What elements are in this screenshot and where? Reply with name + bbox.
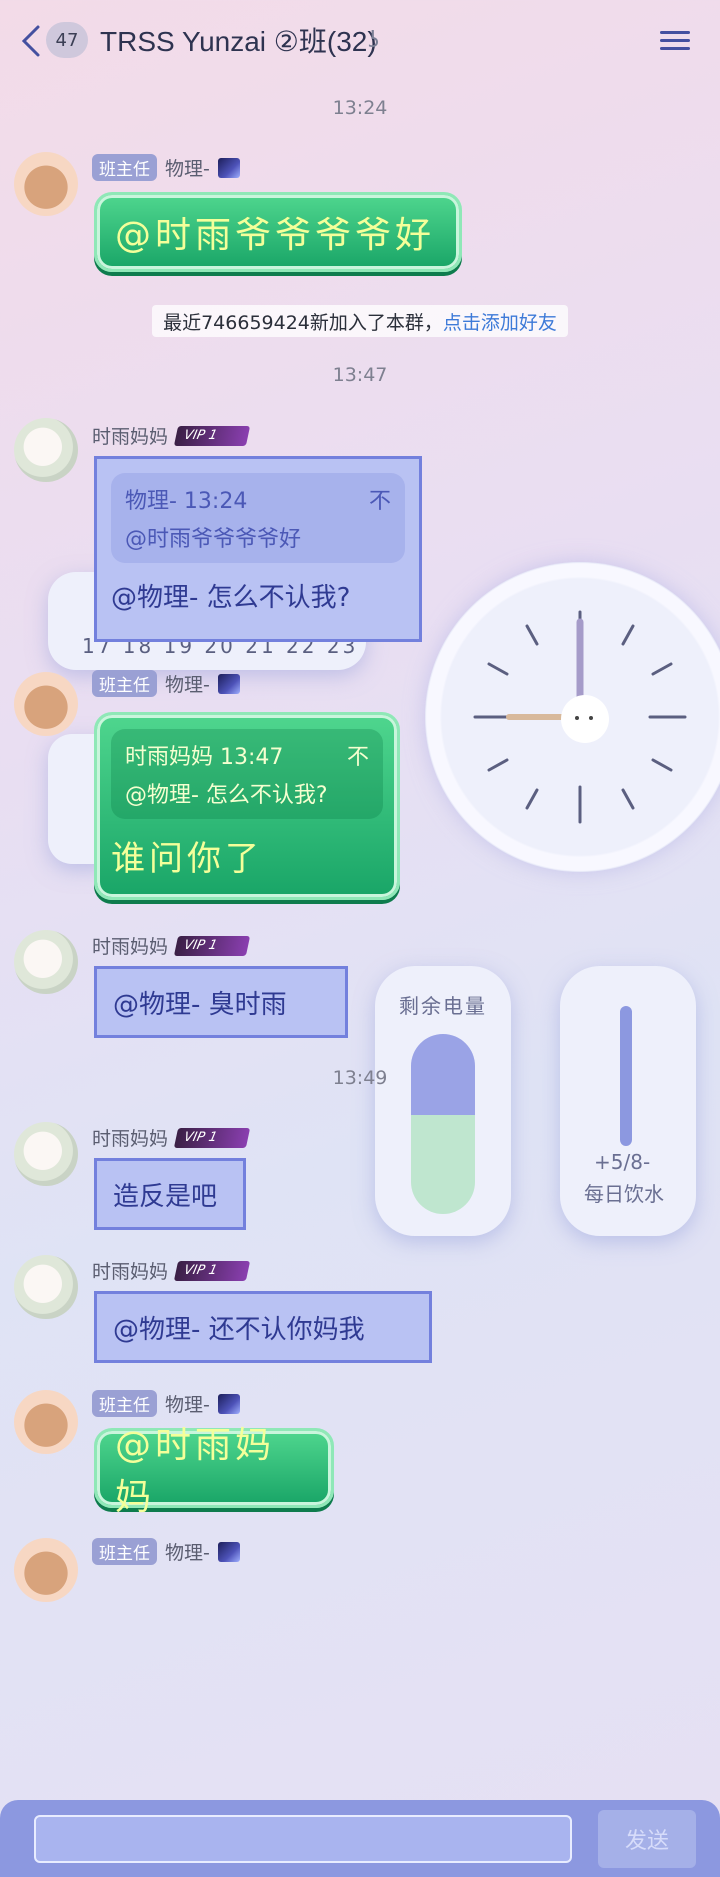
back-button[interactable] [18, 24, 48, 58]
sender-info: 班主任 物理- [92, 670, 240, 697]
unread-badge[interactable]: 47 [46, 22, 88, 58]
sender-name: 物理- [165, 158, 210, 180]
avatar[interactable] [14, 418, 78, 482]
quote-jump-icon: 不 [368, 489, 391, 514]
water-label: 每日饮水 [584, 1182, 664, 1206]
role-badge: 班主任 [92, 670, 157, 697]
battery-label: 剩余电量 [399, 994, 487, 1018]
sender-info: 班主任 物理- [92, 154, 240, 181]
sender-info: 班主任 物理- [92, 1538, 240, 1565]
sender-info: 时雨妈妈 VIP 1 [92, 422, 251, 449]
timestamp: 13:47 [332, 364, 388, 386]
avatar[interactable] [14, 930, 78, 994]
quote-header: 时雨妈妈 13:47 [125, 745, 284, 770]
role-badge: 班主任 [92, 1390, 157, 1417]
sender-name: 物理- [165, 674, 210, 696]
message-text: 谁问你了 [111, 839, 263, 879]
galaxy-icon [217, 1393, 240, 1414]
galaxy-icon [217, 1541, 240, 1562]
message-input[interactable] [34, 1815, 572, 1863]
avatar[interactable] [14, 152, 78, 216]
sender-name: 时雨妈妈 [92, 426, 169, 448]
timestamp: 13:49 [332, 1067, 388, 1089]
chevron-left-icon [21, 25, 40, 57]
chat-header: 47 TRSS Yunzai ②班(32) ʖ [0, 0, 720, 82]
vip-badge: VIP 1 [173, 1127, 251, 1148]
galaxy-icon [217, 157, 240, 178]
ear-icon: ʖ [368, 28, 380, 53]
battery-gauge [411, 1034, 475, 1214]
water-count: +5/8- [594, 1150, 651, 1174]
quote-header: 物理- 13:24 [125, 489, 248, 514]
menu-button[interactable] [660, 26, 690, 54]
vip-badge: VIP 1 [173, 935, 251, 956]
sender-info: 时雨妈妈 VIP 1 [92, 932, 251, 959]
water-widget: +5/8- 每日饮水 [560, 966, 696, 1236]
avatar[interactable] [14, 672, 78, 736]
chat-title: TRSS Yunzai ②班(32) [100, 26, 377, 57]
message-bubble[interactable]: 物理- 13:24 不 @时雨爷爷爷爷好 @物理- 怎么不认我? [94, 456, 422, 642]
role-badge: 班主任 [92, 1538, 157, 1565]
avatar[interactable] [14, 1255, 78, 1319]
sender-info: 班主任 物理- [92, 1390, 240, 1417]
message-text: @物理- 怎么不认我? [111, 583, 351, 613]
message-bubble[interactable]: @时雨妈妈 [94, 1425, 334, 1518]
send-button[interactable]: 发送 [598, 1810, 696, 1868]
clock-widget [425, 562, 720, 872]
sender-name: 物理- [165, 1394, 210, 1416]
quoted-message[interactable]: 物理- 13:24 不 @时雨爷爷爷爷好 [111, 473, 405, 563]
add-friend-link[interactable]: 点击添加好友 [443, 308, 557, 335]
quote-body: @物理- 怎么不认我? [125, 783, 328, 808]
join-notice: 最近746659424新加入了本群， 点击添加好友 [152, 305, 568, 337]
quoted-message[interactable]: 时雨妈妈 13:47 不 @物理- 怎么不认我? [111, 729, 383, 819]
notice-text: 最近746659424新加入了本群， [163, 311, 443, 334]
role-badge: 班主任 [92, 154, 157, 181]
message-bubble[interactable]: @物理- 臭时雨 [94, 966, 348, 1038]
avatar[interactable] [14, 1538, 78, 1602]
message-bubble[interactable]: 时雨妈妈 13:47 不 @物理- 怎么不认我? 谁问你了 [94, 712, 400, 900]
timestamp: 13:24 [332, 97, 388, 119]
vip-badge: VIP 1 [173, 1260, 251, 1281]
clock-face [473, 610, 687, 824]
message-bubble[interactable]: 造反是吧 [94, 1158, 246, 1230]
sender-name: 物理- [165, 1542, 210, 1564]
quote-body: @时雨爷爷爷爷好 [125, 527, 302, 552]
message-bubble[interactable]: @物理- 还不认你妈我 [94, 1291, 432, 1363]
quote-jump-icon: 不 [346, 745, 369, 770]
sender-name: 时雨妈妈 [92, 936, 169, 958]
galaxy-icon [217, 673, 240, 694]
sender-info: 时雨妈妈 VIP 1 [92, 1124, 251, 1151]
sender-name: 时雨妈妈 [92, 1128, 169, 1150]
message-bubble[interactable]: @时雨爷爷爷爷好 [94, 192, 462, 272]
battery-widget: 剩余电量 [375, 966, 511, 1236]
sender-name: 时雨妈妈 [92, 1261, 169, 1283]
vip-badge: VIP 1 [173, 425, 251, 446]
sender-info: 时雨妈妈 VIP 1 [92, 1257, 251, 1284]
avatar[interactable] [14, 1390, 78, 1454]
avatar[interactable] [14, 1122, 78, 1186]
